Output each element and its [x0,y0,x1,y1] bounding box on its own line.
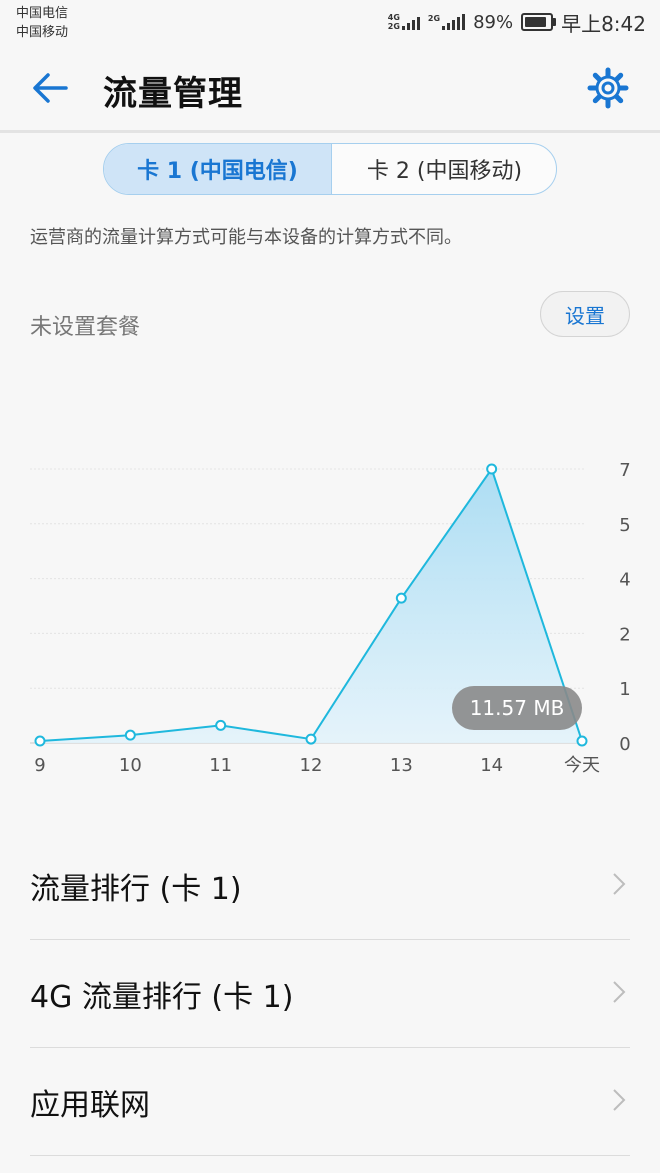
y-tick-label: 0 [619,734,630,755]
data-point [34,735,46,747]
battery-percent: 89% [473,11,514,33]
list-item-label: 应用联网 [30,1088,150,1123]
data-point [486,463,498,475]
sim1-signal-icon: 4G 2G [388,13,420,31]
y-tick-label: 1 [619,679,630,700]
list-item-data-ranking[interactable]: 流量排行 (卡 1) [30,832,630,940]
net2: 2G [427,14,441,23]
carrier-notice: 运营商的流量计算方式可能与本设备的计算方式不同。 [30,227,462,248]
chevron-right-icon [613,873,626,895]
usage-tooltip-label: 11.57 MB [470,696,565,720]
data-point [576,735,588,747]
y-tick-label: 7 [619,460,630,481]
setup-plan-button[interactable]: 设置 [540,291,630,337]
data-point [215,719,227,731]
list-item-label: 4G 流量排行 (卡 1) [30,980,294,1015]
list-item-app-networking[interactable]: 应用联网 [30,1048,630,1156]
x-tick-label: 今天 [564,755,600,776]
battery-icon [521,13,557,31]
data-point [305,733,317,745]
settings-list: 流量排行 (卡 1) 4G 流量排行 (卡 1) 应用联网 [0,832,660,1156]
page-title: 流量管理 [103,74,243,114]
list-item-label: 流量排行 (卡 1) [30,872,242,907]
carrier-names: 中国电信 中国移动 [16,4,68,42]
back-arrow-icon[interactable] [26,64,74,112]
plan-status: 未设置套餐 [30,315,141,340]
usage-chart: 0 1 2 4 5 7 9 10 11 12 13 14 今天 11.57 MB [0,440,660,800]
x-tick-label: 10 [119,755,142,776]
tab-sim2[interactable]: 卡 2 (中国移动) [332,144,556,194]
list-item-4g-ranking[interactable]: 4G 流量排行 (卡 1) [30,940,630,1048]
y-tick-label: 4 [619,570,630,591]
carrier-2: 中国移动 [16,25,69,40]
clock: 早上8:42 [561,11,646,36]
x-tick-label: 12 [300,755,323,776]
chevron-right-icon [613,1089,626,1111]
sim-tabs: 卡 1 (中国电信) 卡 2 (中国移动) [103,143,557,195]
x-tick-label: 11 [209,755,232,776]
tab-sim1[interactable]: 卡 1 (中国电信) [104,144,332,194]
x-tick-label: 14 [480,755,503,776]
gear-icon[interactable] [586,66,630,110]
y-tick-label: 5 [619,515,630,536]
carrier-1: 中国电信 [16,6,69,21]
y-tick-label: 2 [619,624,630,645]
net1-bottom: 2G [387,22,400,31]
sim2-signal-icon: 2G [427,14,466,30]
data-point [124,729,136,741]
chevron-right-icon [613,981,626,1003]
x-tick-label: 13 [390,755,413,776]
x-tick-label: 9 [34,755,45,776]
status-bar: 中国电信 中国移动 4G 2G 2G 89% 早上8:42 [0,0,660,46]
battery-fill [525,17,547,27]
data-point [395,592,407,604]
app-bar: 流量管理 [0,46,660,133]
usage-chart-svg: 0124579 10 11 12 13 14 今天11.57 MB [30,460,631,776]
net1-top: 4G [387,13,400,22]
status-icons: 4G 2G 2G 89% 早上8:42 [388,7,646,37]
